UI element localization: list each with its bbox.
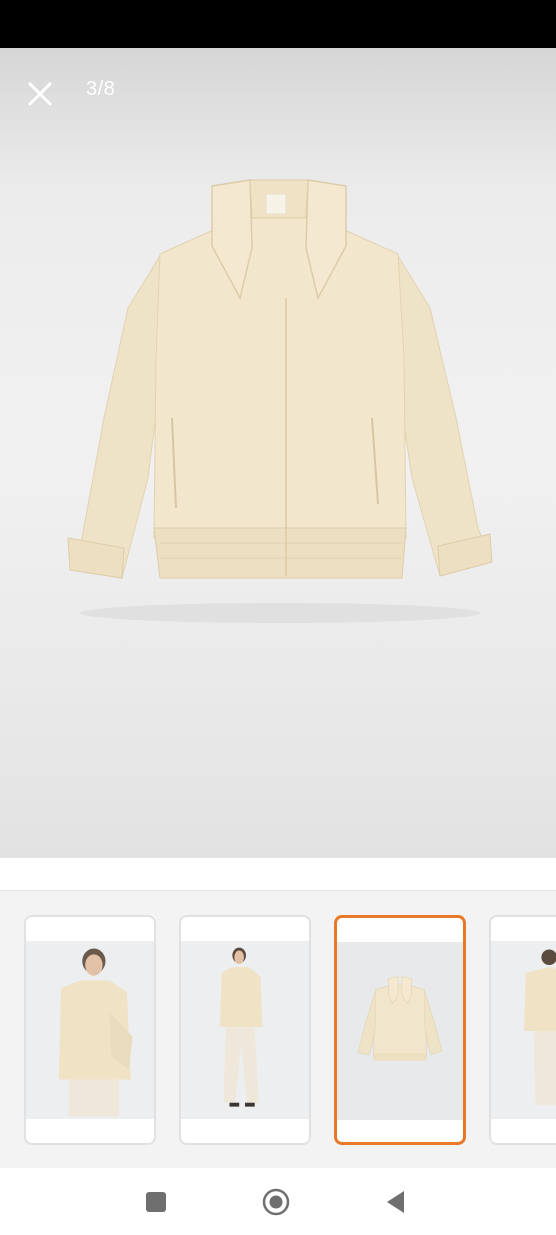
thumbnail-3[interactable] xyxy=(334,915,466,1145)
thumbnail-image-4 xyxy=(491,941,556,1119)
back-icon xyxy=(387,1191,404,1213)
system-nav-bar xyxy=(0,1168,556,1235)
thumbnail-2[interactable] xyxy=(179,915,311,1145)
thumbnail-1[interactable] xyxy=(24,915,156,1145)
home-icon xyxy=(262,1188,290,1216)
back-button[interactable] xyxy=(380,1186,412,1218)
image-viewer[interactable]: 3/8 xyxy=(0,48,556,858)
thumbnail-image-1 xyxy=(26,941,154,1119)
thumbnail-image-2 xyxy=(181,941,309,1119)
status-bar xyxy=(0,0,556,48)
thumbnail-4[interactable] xyxy=(489,915,556,1145)
recent-apps-button[interactable] xyxy=(140,1186,172,1218)
recent-apps-icon xyxy=(146,1192,166,1212)
thumbnail-image-3 xyxy=(337,942,463,1120)
close-button[interactable] xyxy=(22,76,58,112)
home-button[interactable] xyxy=(260,1186,292,1218)
image-counter: 3/8 xyxy=(86,78,116,100)
main-product-image[interactable] xyxy=(0,158,556,628)
jacket-image xyxy=(67,179,493,623)
thumbnail-strip[interactable] xyxy=(0,890,556,1168)
close-icon xyxy=(28,82,52,106)
